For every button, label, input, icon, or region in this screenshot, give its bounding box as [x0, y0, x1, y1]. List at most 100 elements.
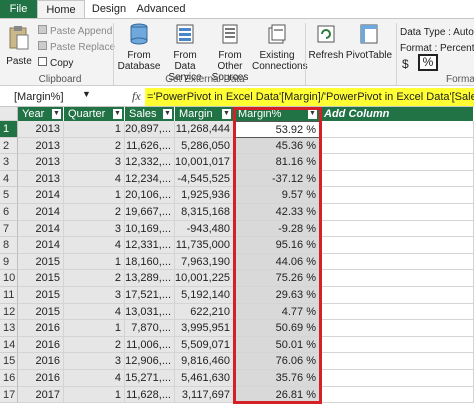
year-cell[interactable]: 2014 [18, 237, 64, 254]
column-header-year[interactable]: Year ▼ [18, 107, 64, 121]
row-header[interactable]: 9 [0, 253, 18, 271]
row-header[interactable]: 7 [0, 220, 18, 238]
quarter-cell[interactable]: 3 [64, 353, 125, 370]
margin-cell[interactable]: 10,001,225 [175, 270, 234, 287]
filter-dropdown-icon[interactable]: ▼ [163, 109, 172, 119]
quarter-cell[interactable]: 4 [64, 370, 125, 387]
empty-cell[interactable] [320, 253, 474, 271]
empty-cell[interactable] [320, 154, 474, 171]
tab-home[interactable]: Home [37, 0, 85, 19]
year-cell[interactable]: 2015 [18, 287, 64, 304]
margin-cell[interactable]: 8,315,168 [175, 204, 234, 221]
row-header[interactable]: 2 [0, 137, 18, 155]
quarter-cell[interactable]: 4 [64, 303, 125, 321]
sales-cell[interactable]: 11,628,... [125, 386, 175, 404]
currency-button[interactable]: $ [402, 57, 409, 71]
select-all-corner[interactable] [0, 107, 18, 121]
quarter-cell[interactable]: 1 [64, 320, 125, 337]
percent-button[interactable]: % [418, 54, 438, 71]
year-cell[interactable]: 2013 [18, 137, 64, 155]
copy-button[interactable]: Copy [38, 57, 73, 69]
margin-pct-cell[interactable]: 50.69 % [234, 320, 320, 337]
margin-cell[interactable]: 3,995,951 [175, 320, 234, 337]
filter-dropdown-icon[interactable]: ▼ [222, 109, 231, 119]
row-header[interactable]: 13 [0, 320, 18, 337]
margin-pct-cell[interactable]: 81.16 % [234, 154, 320, 171]
data-type-selector[interactable]: Data Type : Auto (D [400, 27, 474, 38]
fx-icon[interactable]: fx [132, 89, 141, 104]
year-cell[interactable]: 2013 [18, 121, 64, 138]
margin-cell[interactable]: 11,268,444 [175, 121, 234, 138]
sales-cell[interactable]: 20,897,... [125, 121, 175, 138]
margin-cell[interactable]: 5,192,140 [175, 287, 234, 304]
year-cell[interactable]: 2014 [18, 220, 64, 238]
year-cell[interactable]: 2016 [18, 353, 64, 370]
empty-cell[interactable] [320, 121, 474, 138]
sales-cell[interactable]: 13,289,... [125, 270, 175, 287]
year-cell[interactable]: 2014 [18, 187, 64, 204]
margin-pct-cell[interactable]: 29.63 % [234, 287, 320, 304]
row-header[interactable]: 16 [0, 370, 18, 387]
quarter-cell[interactable]: 3 [64, 220, 125, 238]
margin-pct-cell[interactable]: 44.06 % [234, 253, 320, 271]
empty-cell[interactable] [320, 353, 474, 370]
quarter-cell[interactable]: 3 [64, 154, 125, 171]
margin-pct-cell[interactable]: 9.57 % [234, 187, 320, 204]
sales-cell[interactable]: 12,906,... [125, 353, 175, 370]
quarter-cell[interactable]: 4 [64, 170, 125, 188]
year-cell[interactable]: 2013 [18, 170, 64, 188]
sales-cell[interactable]: 11,626,... [125, 137, 175, 155]
quarter-cell[interactable]: 3 [64, 287, 125, 304]
year-cell[interactable]: 2016 [18, 336, 64, 354]
sales-cell[interactable]: 12,331,... [125, 237, 175, 254]
row-header[interactable]: 6 [0, 204, 18, 221]
column-header-quarter[interactable]: Quarter ▼ [64, 107, 125, 121]
sales-cell[interactable]: 13,031,... [125, 303, 175, 321]
year-cell[interactable]: 2013 [18, 154, 64, 171]
year-cell[interactable]: 2016 [18, 320, 64, 337]
sales-cell[interactable]: 11,006,... [125, 336, 175, 354]
margin-cell[interactable]: -4,545,525 [175, 170, 234, 188]
quarter-cell[interactable]: 1 [64, 386, 125, 404]
empty-cell[interactable] [320, 270, 474, 287]
sales-cell[interactable]: 19,667,... [125, 204, 175, 221]
paste-append-button[interactable]: Paste Append [38, 25, 112, 37]
margin-cell[interactable]: 11,735,000 [175, 237, 234, 254]
row-header[interactable]: 5 [0, 187, 18, 204]
formula-input[interactable]: ='PowerPivot in Excel Data'[Margin]/'Pow… [145, 88, 474, 106]
row-header[interactable]: 3 [0, 154, 18, 171]
empty-cell[interactable] [320, 320, 474, 337]
quarter-cell[interactable]: 1 [64, 253, 125, 271]
sales-cell[interactable]: 20,106,... [125, 187, 175, 204]
row-header[interactable]: 17 [0, 386, 18, 404]
sales-cell[interactable]: 18,160,... [125, 253, 175, 271]
tab-advanced[interactable]: Advanced [133, 0, 189, 19]
empty-cell[interactable] [320, 303, 474, 321]
row-header[interactable]: 8 [0, 237, 18, 254]
year-cell[interactable]: 2017 [18, 386, 64, 404]
year-cell[interactable]: 2015 [18, 253, 64, 271]
sales-cell[interactable]: 10,169,... [125, 220, 175, 238]
pivottable-button[interactable]: PivotTable [345, 23, 393, 61]
margin-cell[interactable]: 9,816,460 [175, 353, 234, 370]
quarter-cell[interactable]: 2 [64, 336, 125, 354]
existing-connections-button[interactable]: Existing Connections [252, 23, 308, 72]
quarter-cell[interactable]: 4 [64, 237, 125, 254]
row-header[interactable]: 10 [0, 270, 18, 287]
margin-pct-cell[interactable]: 26.81 % [234, 386, 320, 404]
empty-cell[interactable] [320, 187, 474, 204]
margin-pct-cell[interactable]: 4.77 % [234, 303, 320, 321]
paste-button[interactable]: Paste [4, 25, 34, 67]
margin-cell[interactable]: 622,210 [175, 303, 234, 321]
year-cell[interactable]: 2014 [18, 204, 64, 221]
from-database-button[interactable]: From Database [117, 23, 161, 72]
quarter-cell[interactable]: 1 [64, 121, 125, 138]
sales-cell[interactable]: 7,870,... [125, 320, 175, 337]
tab-design[interactable]: Design [88, 0, 130, 19]
margin-cell[interactable]: 1,925,936 [175, 187, 234, 204]
margin-cell[interactable]: 7,963,190 [175, 253, 234, 271]
sales-cell[interactable]: 12,234,... [125, 170, 175, 188]
filter-dropdown-icon[interactable]: ▼ [52, 109, 61, 119]
empty-cell[interactable] [320, 204, 474, 221]
margin-cell[interactable]: 5,461,630 [175, 370, 234, 387]
